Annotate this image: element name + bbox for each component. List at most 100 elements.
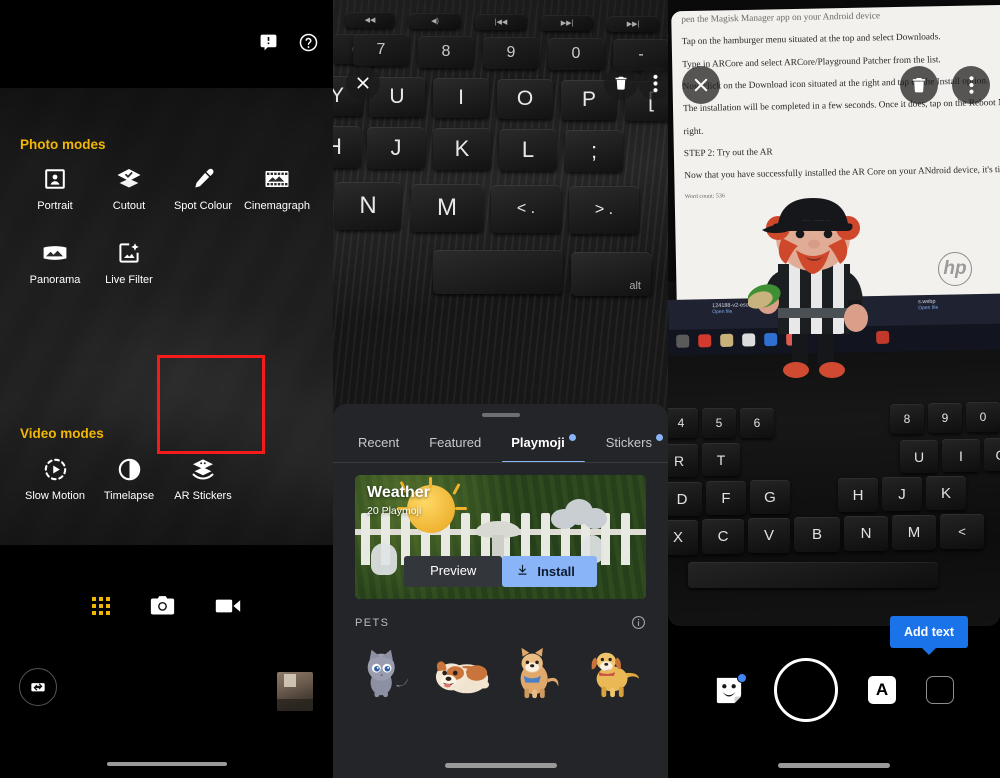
mode-label: Portrait xyxy=(37,200,73,212)
kbd-key: O xyxy=(984,438,1000,471)
kbd-key: N xyxy=(844,516,888,551)
mode-slow-motion[interactable]: Slow Motion xyxy=(18,456,92,502)
shiba-inu-sticker[interactable] xyxy=(509,644,567,702)
kbd-key: M xyxy=(892,515,936,550)
video-modes-row-1: Slow Motion Timelapse AR Stickers xyxy=(0,456,333,502)
mode-cinemagraph[interactable]: Cinemagraph xyxy=(240,166,314,212)
taskbar-item[interactable]: s.webp Open file xyxy=(918,299,938,311)
sticker-face-icon[interactable] xyxy=(714,673,747,704)
doc-line: right. xyxy=(683,126,704,137)
new-badge-dot xyxy=(655,434,663,441)
flip-camera-icon[interactable] xyxy=(19,668,57,706)
hp-logo: hp xyxy=(938,252,972,286)
download-icon xyxy=(516,563,529,580)
gallery-square-icon[interactable] xyxy=(926,676,954,704)
mode-label: Cinemagraph xyxy=(243,200,311,212)
photo-modes-row-1: Portrait Cutout Spot Colour Cinemagraph xyxy=(0,166,333,212)
panel3-top-bar xyxy=(668,0,1000,104)
mode-label: Live Filter xyxy=(105,274,153,286)
kbd-key: < xyxy=(940,514,984,549)
pack-subtitle: 20 Playmoji xyxy=(367,505,422,517)
android-nav-bar[interactable] xyxy=(778,763,890,768)
slow-motion-icon xyxy=(43,456,68,482)
tab-label: Playmoji xyxy=(511,434,565,450)
install-label: Install xyxy=(537,564,575,579)
new-badge-dot xyxy=(737,673,747,683)
playmoji-pack-card[interactable]: Weather 20 Playmoji Preview Install xyxy=(355,475,646,599)
new-badge-dot xyxy=(568,434,576,441)
more-vertical-icon[interactable] xyxy=(638,66,668,100)
kbd-key: F xyxy=(706,481,746,515)
android-nav-bar[interactable] xyxy=(106,762,227,766)
pack-title: Weather xyxy=(367,484,430,501)
mode-spot-colour[interactable]: Spot Colour xyxy=(166,166,240,212)
grid-modes-icon[interactable] xyxy=(92,596,110,615)
tab-recent[interactable]: Recent xyxy=(343,421,414,463)
tab-label: Stickers xyxy=(605,434,652,450)
sticker-bottom-sheet: Recent Featured Playmoji Stickers Weathe… xyxy=(333,404,668,778)
mode-portrait[interactable]: Portrait xyxy=(18,166,92,212)
kbd-key: H xyxy=(838,478,878,512)
kbd-key: K xyxy=(926,476,966,510)
kbd-key: 8 xyxy=(890,404,924,434)
tab-label: Featured xyxy=(429,434,482,450)
info-icon[interactable] xyxy=(631,615,646,630)
mode-label: Panorama xyxy=(29,274,81,286)
golden-retriever-sticker[interactable] xyxy=(585,644,643,702)
trash-icon[interactable] xyxy=(604,66,638,100)
cloud-playmoji xyxy=(551,497,607,531)
ar-capture-screen: pen the Magisk Manager app on your Andro… xyxy=(668,0,1000,778)
last-photo-thumbnail[interactable] xyxy=(277,672,313,711)
preview-button[interactable]: Preview xyxy=(404,556,503,587)
feedback-icon[interactable] xyxy=(259,33,278,52)
mode-live-filter[interactable]: Live Filter xyxy=(92,240,166,286)
more-vertical-icon[interactable] xyxy=(952,66,990,104)
panel3-bottom-bar: A xyxy=(668,626,1000,778)
shutter-button[interactable] xyxy=(774,658,838,722)
help-icon[interactable] xyxy=(298,32,319,53)
install-button[interactable]: Install xyxy=(502,556,597,587)
tab-label: Recent xyxy=(358,434,400,450)
mode-label: Spot Colour xyxy=(173,200,233,212)
tabs-divider xyxy=(333,462,668,463)
doc-line: STEP 2: Try out the AR xyxy=(683,147,773,160)
trash-icon[interactable] xyxy=(900,66,938,104)
mode-label: Timelapse xyxy=(103,490,155,502)
modes-panel: Photo modes Portrait Cutout Spot Colour … xyxy=(0,88,333,545)
add-text-button[interactable]: A xyxy=(868,676,896,704)
mode-cutout[interactable]: Cutout xyxy=(92,166,166,212)
kbd-key: U xyxy=(900,440,938,473)
pets-sticker-row xyxy=(349,640,652,702)
doc-line: Now that you have successfully installed… xyxy=(684,165,1000,182)
android-nav-bar[interactable] xyxy=(444,763,557,768)
video-modes-title: Video modes xyxy=(20,426,104,441)
kbd-key: C xyxy=(702,519,744,554)
mode-timelapse[interactable]: Timelapse xyxy=(92,456,166,502)
mode-label: AR Stickers xyxy=(174,490,232,502)
ar-sticker-picker-screen: ◀◀ ◀) |◀◀ ▶▶| ▶▶| 6 7 8 9 0 - Y U I O P … xyxy=(333,0,668,778)
video-camera-icon[interactable] xyxy=(215,597,241,615)
kbd-key: I xyxy=(942,439,980,472)
grey-kitten-sticker[interactable] xyxy=(358,644,416,702)
kbd-key: 4 xyxy=(668,408,698,438)
tab-featured[interactable]: Featured xyxy=(414,421,496,463)
doc-line: The installation will be completed in a … xyxy=(682,98,1000,115)
kbd-key: R xyxy=(668,444,698,477)
tab-playmoji[interactable]: Playmoji xyxy=(496,421,590,463)
kbd-key: 0 xyxy=(966,402,1000,432)
kbd-key: 9 xyxy=(928,403,962,433)
kbd-key: B xyxy=(794,517,840,552)
close-icon[interactable] xyxy=(682,66,720,104)
kbd-key: J xyxy=(882,477,922,511)
camera-icon[interactable] xyxy=(150,595,175,616)
kbd-key: D xyxy=(668,482,702,516)
live-filter-icon xyxy=(117,240,141,266)
close-icon[interactable] xyxy=(346,66,380,100)
bulldog-sticker[interactable] xyxy=(434,644,492,702)
kbd-key: V xyxy=(748,518,790,553)
tab-stickers[interactable]: Stickers xyxy=(591,421,668,463)
mode-panorama[interactable]: Panorama xyxy=(18,240,92,286)
photo-modes-title: Photo modes xyxy=(20,137,106,152)
mode-ar-stickers[interactable]: AR Stickers xyxy=(166,456,240,502)
kbd-key xyxy=(688,562,938,588)
